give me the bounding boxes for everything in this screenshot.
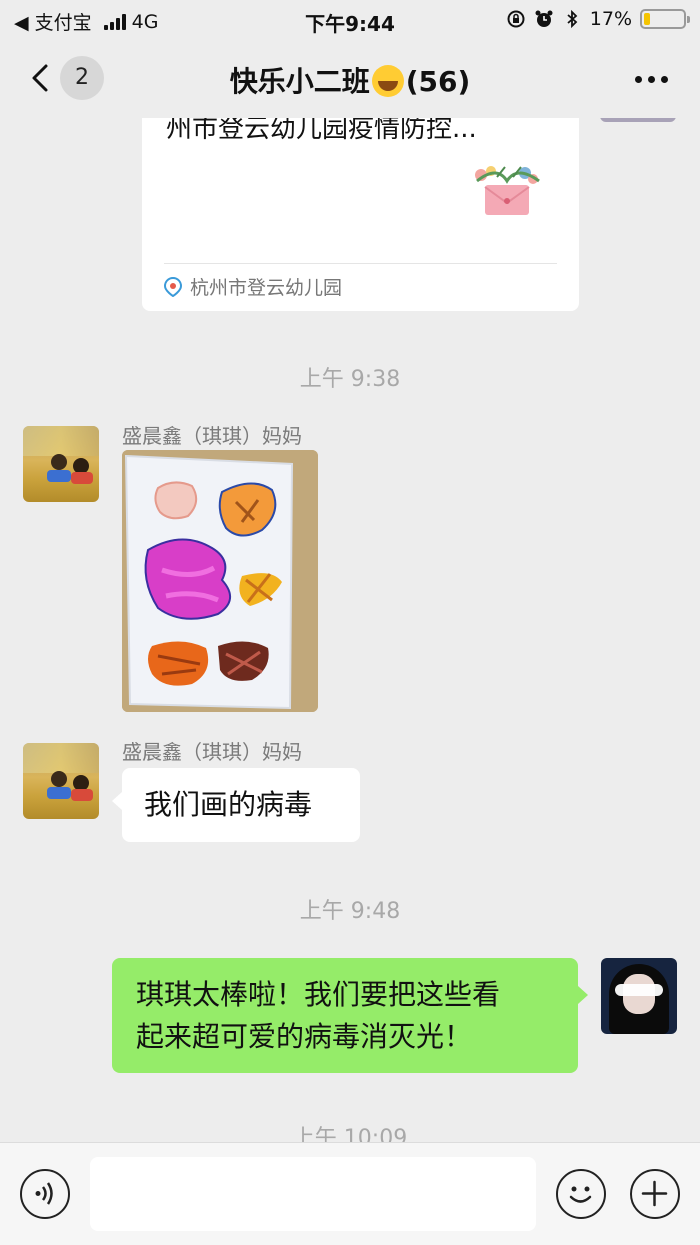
battery-percent: 17% [589,8,632,30]
article-card[interactable]: 州市登云幼儿园疫情防控... 杭州市登云幼儿园 [142,118,579,311]
avatar[interactable] [601,958,677,1034]
avatar[interactable] [600,118,676,122]
sender-name: 盛晨鑫（琪琪）妈妈 [122,424,302,448]
message-text: 琪琪太棒啦！我们要把这些看 [136,978,501,1011]
message-input[interactable] [90,1157,536,1231]
chat-title: 快乐小二班 (56) [0,60,700,100]
group-name: 快乐小二班 [229,65,370,98]
timestamp: 上午 9:38 [299,367,401,392]
card-source-name: 杭州市登云幼儿园 [190,277,343,299]
status-bar: ◀ 支付宝 4G 下午9:44 17% [0,0,700,40]
rofl-emoji-icon [371,65,404,97]
message-text: 我们画的病毒 [144,788,313,821]
timestamp: 上午 9:48 [299,899,401,924]
chat-area[interactable]: 州市登云幼儿园疫情防控... 杭州市登云幼儿园 上午 9:38 盛晨鑫（琪琪）妈… [0,118,700,1142]
photo-message[interactable] [122,450,318,712]
rotation-lock-icon [507,10,525,28]
plus-icon[interactable] [630,1169,680,1219]
bluetooth-icon [567,9,578,29]
status-right: 17% [506,8,690,30]
envelope-flowers-icon [475,166,540,215]
alarm-icon [535,10,553,27]
member-count: (56) [405,65,471,98]
more-icon[interactable] [635,76,668,83]
nav-bar: 2 快乐小二班 (56) [0,40,700,118]
message-bubble[interactable]: 我们画的病毒 [112,768,360,842]
sender-name: 盛晨鑫（琪琪）妈妈 [122,740,302,764]
message-bubble[interactable]: 琪琪太棒啦！我们要把这些看 起来超可爱的病毒消灭光！ [112,958,588,1073]
battery-icon [640,9,690,29]
input-bar [0,1142,700,1245]
voice-icon[interactable] [20,1169,70,1219]
drawing-image [122,450,318,712]
card-source: 杭州市登云幼儿园 [164,273,342,300]
avatar[interactable] [23,426,99,502]
divider [164,263,557,264]
source-logo-icon [164,276,182,297]
message-text: 起来超可爱的病毒消灭光！ [136,1020,473,1053]
timestamp: 上午 10:09 [292,1126,408,1142]
emoji-icon[interactable] [556,1169,606,1219]
avatar[interactable] [23,743,99,819]
card-title: 州市登云幼儿园疫情防控... [166,118,477,144]
